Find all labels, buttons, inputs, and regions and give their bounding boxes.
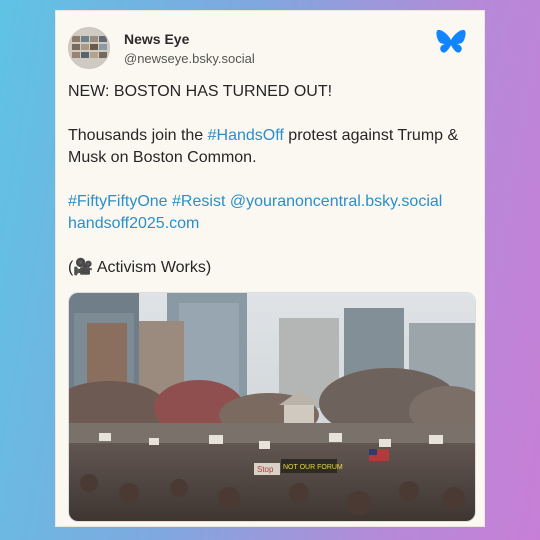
post-header: News Eye @newseye.bsky.social xyxy=(68,23,472,73)
protest-photo: Stop NOT OUR FORUM xyxy=(69,293,475,521)
avatar-image xyxy=(69,28,109,68)
author-handle[interactable]: @newseye.bsky.social xyxy=(124,51,255,66)
post-paragraph: Thousands join the #HandsOff protest aga… xyxy=(68,125,472,169)
bluesky-butterfly-icon xyxy=(436,29,466,53)
post-tags: #FiftyFiftyOne #Resist @youranoncentral.… xyxy=(68,191,472,235)
author-name[interactable]: News Eye xyxy=(124,31,255,47)
external-link[interactable]: handsoff2025.com xyxy=(68,215,199,232)
mention-link[interactable]: @youranoncentral.bsky.social xyxy=(230,193,443,210)
post-card: News Eye @newseye.bsky.social NEW: BOSTO… xyxy=(55,10,485,527)
video-thumbnail[interactable]: Stop NOT OUR FORUM xyxy=(68,292,476,522)
post-headline: NEW: BOSTON HAS TURNED OUT! xyxy=(68,83,333,100)
avatar[interactable] xyxy=(68,27,110,69)
hashtag-fiftyfiftyone-link[interactable]: #FiftyFiftyOne xyxy=(68,193,168,210)
post-footer: (🎥 Activism Works) xyxy=(68,259,212,276)
author-block: News Eye @newseye.bsky.social xyxy=(124,31,255,66)
sign-not-our-forum: NOT OUR FORUM xyxy=(283,464,343,471)
hashtag-handsoff-link[interactable]: #HandsOff xyxy=(208,127,284,144)
hashtag-resist-link[interactable]: #Resist xyxy=(172,193,225,210)
sign-stop: Stop xyxy=(257,465,274,474)
post-body: NEW: BOSTON HAS TURNED OUT! Thousands jo… xyxy=(68,81,472,279)
post-text-pre: Thousands join the xyxy=(68,127,208,144)
